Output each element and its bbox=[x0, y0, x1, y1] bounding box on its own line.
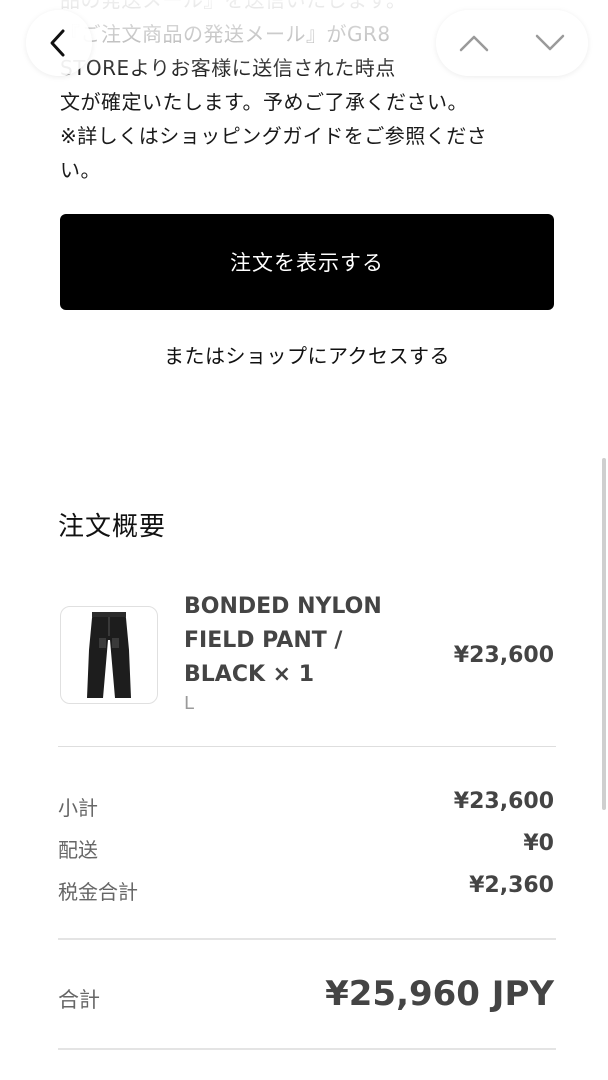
tax-value: ¥2,360 bbox=[469, 873, 554, 898]
divider bbox=[58, 746, 556, 747]
note-line-6: い。 bbox=[60, 158, 101, 182]
divider bbox=[58, 1048, 556, 1050]
total-value: ¥25,960 JPY bbox=[325, 974, 554, 1014]
visit-shop-link[interactable]: またはショップにアクセスする bbox=[60, 340, 554, 369]
chevron-down-icon bbox=[535, 34, 565, 51]
subtotal-value: ¥23,600 bbox=[453, 789, 554, 814]
product-name: BONDED NYLON FIELD PANT / BLACK × 1 bbox=[184, 590, 414, 692]
shipping-value: ¥0 bbox=[523, 831, 554, 856]
divider bbox=[58, 938, 556, 940]
subtotal-label: 小計 bbox=[58, 796, 98, 820]
product-name-line-3: BLACK × 1 bbox=[184, 662, 315, 687]
view-order-button[interactable]: 注文を表示する bbox=[60, 214, 554, 310]
tax-label: 税金合計 bbox=[58, 880, 138, 904]
note-line-4: 文が確定いたします。予めご了承ください。 bbox=[60, 90, 468, 114]
product-variant: L bbox=[184, 693, 195, 714]
product-price: ¥23,600 bbox=[453, 643, 554, 668]
back-button[interactable] bbox=[26, 10, 92, 76]
pants-image bbox=[87, 612, 131, 698]
product-name-line-1: BONDED NYLON bbox=[184, 594, 382, 619]
product-name-line-2: FIELD PANT / bbox=[184, 628, 343, 653]
scrollbar[interactable] bbox=[602, 458, 606, 810]
next-button[interactable] bbox=[520, 13, 580, 73]
total-label: 合計 bbox=[58, 988, 100, 1012]
chevron-left-icon bbox=[50, 29, 65, 57]
product-thumbnail bbox=[60, 606, 158, 704]
shipping-label: 配送 bbox=[58, 838, 98, 862]
order-summary-title: 注文概要 bbox=[58, 512, 167, 542]
note-line-5: ※詳しくはショッピングガイドをご参照くださ bbox=[60, 124, 488, 148]
prev-next-control bbox=[436, 10, 588, 76]
chevron-up-icon bbox=[459, 35, 489, 52]
previous-button[interactable] bbox=[444, 13, 504, 73]
